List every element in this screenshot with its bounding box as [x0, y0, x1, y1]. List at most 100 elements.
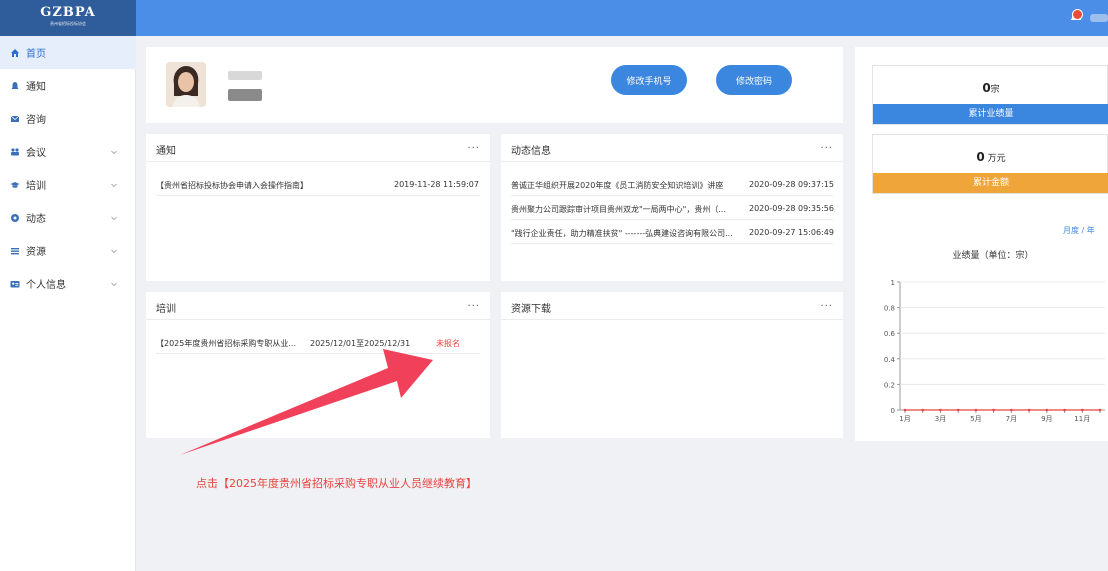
data-point	[1098, 408, 1102, 412]
list-item[interactable]: 【贵州省招标投标协会申请入会操作指南】 2019-11-28 11:59:07	[156, 172, 480, 196]
panel-header: 培训 ...	[146, 292, 490, 320]
data-point	[1045, 408, 1049, 412]
period-toggle[interactable]: 月度 / 年	[1063, 225, 1095, 236]
notice-title[interactable]: 【贵州省招标投标协会申请入会操作指南】	[156, 180, 308, 191]
top-header-bar	[0, 0, 1108, 36]
sidebar-item-label: 个人信息	[26, 280, 66, 291]
list-item[interactable]: 贵州聚力公司跟踪审计项目贵州双龙"一局两中心"，贵州（... 2020-09-2…	[511, 196, 834, 220]
list-item[interactable]: 普诚正华组织开展2020年度《员工消防安全知识培训》讲座 2020-09-28 …	[511, 172, 834, 196]
bell-icon	[11, 81, 19, 89]
notice-date: 2019-11-28 11:59:07	[394, 180, 479, 189]
sidebar-item-personal-info[interactable]: 个人信息	[0, 267, 136, 300]
y-tick-label: 0	[891, 407, 895, 415]
chart-title: 业绩量（单位：宗）	[952, 251, 1034, 261]
user-role	[228, 89, 262, 101]
more-button[interactable]: ...	[467, 140, 480, 151]
sidebar-item-label: 培训	[26, 181, 46, 192]
sidebar-item-label: 动态	[26, 214, 46, 225]
panel-header: 通知 ...	[146, 134, 490, 162]
dynamic-title[interactable]: 贵州聚力公司跟踪审计项目贵州双龙"一局两中心"，贵州（...	[511, 204, 739, 215]
chevron-down-icon	[111, 150, 117, 154]
stats-panel: 0宗 累计业绩量 0 万元 累计金额 月度 / 年 业绩量（单位：宗） 0 0.2…	[855, 47, 1108, 441]
logo-subtitle: 贵州省招标投标协会	[50, 21, 86, 26]
avatar	[166, 62, 206, 107]
data-point	[1063, 408, 1066, 412]
chevron-down-icon	[111, 216, 117, 220]
total-amount-unit: 万元	[984, 154, 1006, 164]
clock-icon	[11, 213, 19, 222]
y-tick-label: 0.6	[884, 330, 896, 338]
sidebar-item-consult[interactable]: 咨询	[0, 102, 136, 135]
sidebar-item-meeting[interactable]: 会议	[0, 135, 136, 168]
y-tick-label: 0.4	[884, 356, 896, 364]
more-button[interactable]: ...	[467, 298, 480, 309]
resource-download-panel: 资源下载 ...	[501, 292, 843, 438]
meeting-icon	[11, 147, 19, 155]
id-card-icon	[10, 280, 20, 287]
logo-text: GZBPA	[40, 5, 96, 20]
dynamic-date: 2020-09-28 09:37:15	[749, 180, 834, 189]
data-point	[1080, 408, 1084, 412]
more-button[interactable]: ...	[820, 140, 833, 151]
total-count-label: 累计业绩量	[873, 104, 1108, 124]
training-title[interactable]: 【2025年度贵州省招标采购专职从业...	[156, 338, 306, 349]
change-phone-button[interactable]: 修改手机号	[611, 65, 687, 95]
annotation-text: 点击【2025年度贵州省招标采购专职从业人员继续教育】	[196, 477, 477, 490]
data-point	[1010, 408, 1013, 412]
list-item[interactable]: "践行企业责任，助力精准扶贫" -------弘典建设咨询有限公司... 202…	[511, 220, 834, 244]
data-point	[974, 408, 978, 412]
data-point	[921, 408, 925, 412]
sidebar: 首页 通知 咨询 会议 培训 动态 资源 个人信息	[0, 36, 136, 571]
total-count-card: 0宗 累计业绩量	[872, 65, 1108, 125]
dynamic-title[interactable]: "践行企业责任，助力精准扶贫" -------弘典建设咨询有限公司...	[511, 228, 739, 239]
sidebar-item-notice[interactable]: 通知	[0, 69, 136, 102]
data-point	[956, 408, 960, 412]
user-name	[228, 71, 262, 80]
sidebar-item-dynamic[interactable]: 动态	[0, 201, 136, 234]
logo[interactable]: GZBPA 贵州省招标投标协会	[0, 0, 136, 36]
change-password-button[interactable]: 修改密码	[716, 65, 792, 95]
sidebar-item-label: 通知	[26, 82, 46, 93]
dynamic-date: 2020-09-28 09:35:56	[749, 204, 834, 213]
data-point	[939, 408, 942, 412]
x-tick-label: 9月	[1041, 415, 1052, 423]
panel-title: 通知	[156, 146, 176, 157]
total-amount-card: 0 万元 累计金额	[872, 134, 1108, 194]
panel-header: 动态信息 ...	[501, 134, 843, 162]
sidebar-item-resources[interactable]: 资源	[0, 234, 136, 267]
x-tick-label: 7月	[1006, 415, 1017, 423]
training-row[interactable]: 【2025年度贵州省招标采购专职从业... 2025/12/01至2025/12…	[156, 330, 480, 354]
home-icon	[11, 48, 19, 57]
more-button[interactable]: ...	[820, 298, 833, 309]
user-menu[interactable]	[1090, 14, 1108, 22]
y-tick-label: 1	[891, 279, 895, 287]
notice-panel: 通知 ... 【贵州省招标投标协会申请入会操作指南】 2019-11-28 11…	[146, 134, 490, 281]
panel-header: 资源下载 ...	[501, 292, 843, 320]
sidebar-item-label: 会议	[26, 148, 46, 159]
mail-icon	[10, 115, 20, 122]
sidebar-item-training[interactable]: 培训	[0, 168, 136, 201]
registration-status[interactable]: 未报名	[436, 338, 460, 349]
data-point	[1027, 408, 1031, 412]
notification-badge	[1072, 9, 1083, 20]
y-tick-label: 0.8	[884, 305, 895, 313]
total-count-value: 0宗	[982, 81, 1000, 95]
training-panel: 培训 ... 【2025年度贵州省招标采购专职从业... 2025/12/01至…	[146, 292, 490, 438]
sidebar-item-label: 资源	[26, 247, 46, 258]
dynamic-info-panel: 动态信息 ... 普诚正华组织开展2020年度《员工消防安全知识培训》讲座 20…	[501, 134, 843, 281]
sidebar-item-label: 首页	[26, 49, 46, 60]
y-tick-label: 0.2	[884, 381, 895, 389]
sidebar-item-home[interactable]: 首页	[0, 36, 136, 69]
x-tick-label: 11月	[1074, 415, 1090, 423]
performance-line-chart: 00.20.40.60.811月 3月 5月 7月 9月 11月	[884, 279, 1105, 423]
data-point	[992, 408, 995, 412]
panel-title: 动态信息	[511, 146, 551, 157]
panel-title: 培训	[156, 304, 176, 315]
chevron-down-icon	[111, 282, 117, 286]
total-amount-value: 0 万元	[976, 150, 1006, 164]
dynamic-title[interactable]: 普诚正华组织开展2020年度《员工消防安全知识培训》讲座	[511, 180, 739, 191]
panel-title: 资源下载	[511, 304, 551, 315]
list-icon	[11, 247, 19, 254]
x-tick-label: 3月	[935, 415, 946, 423]
data-point	[903, 408, 907, 412]
